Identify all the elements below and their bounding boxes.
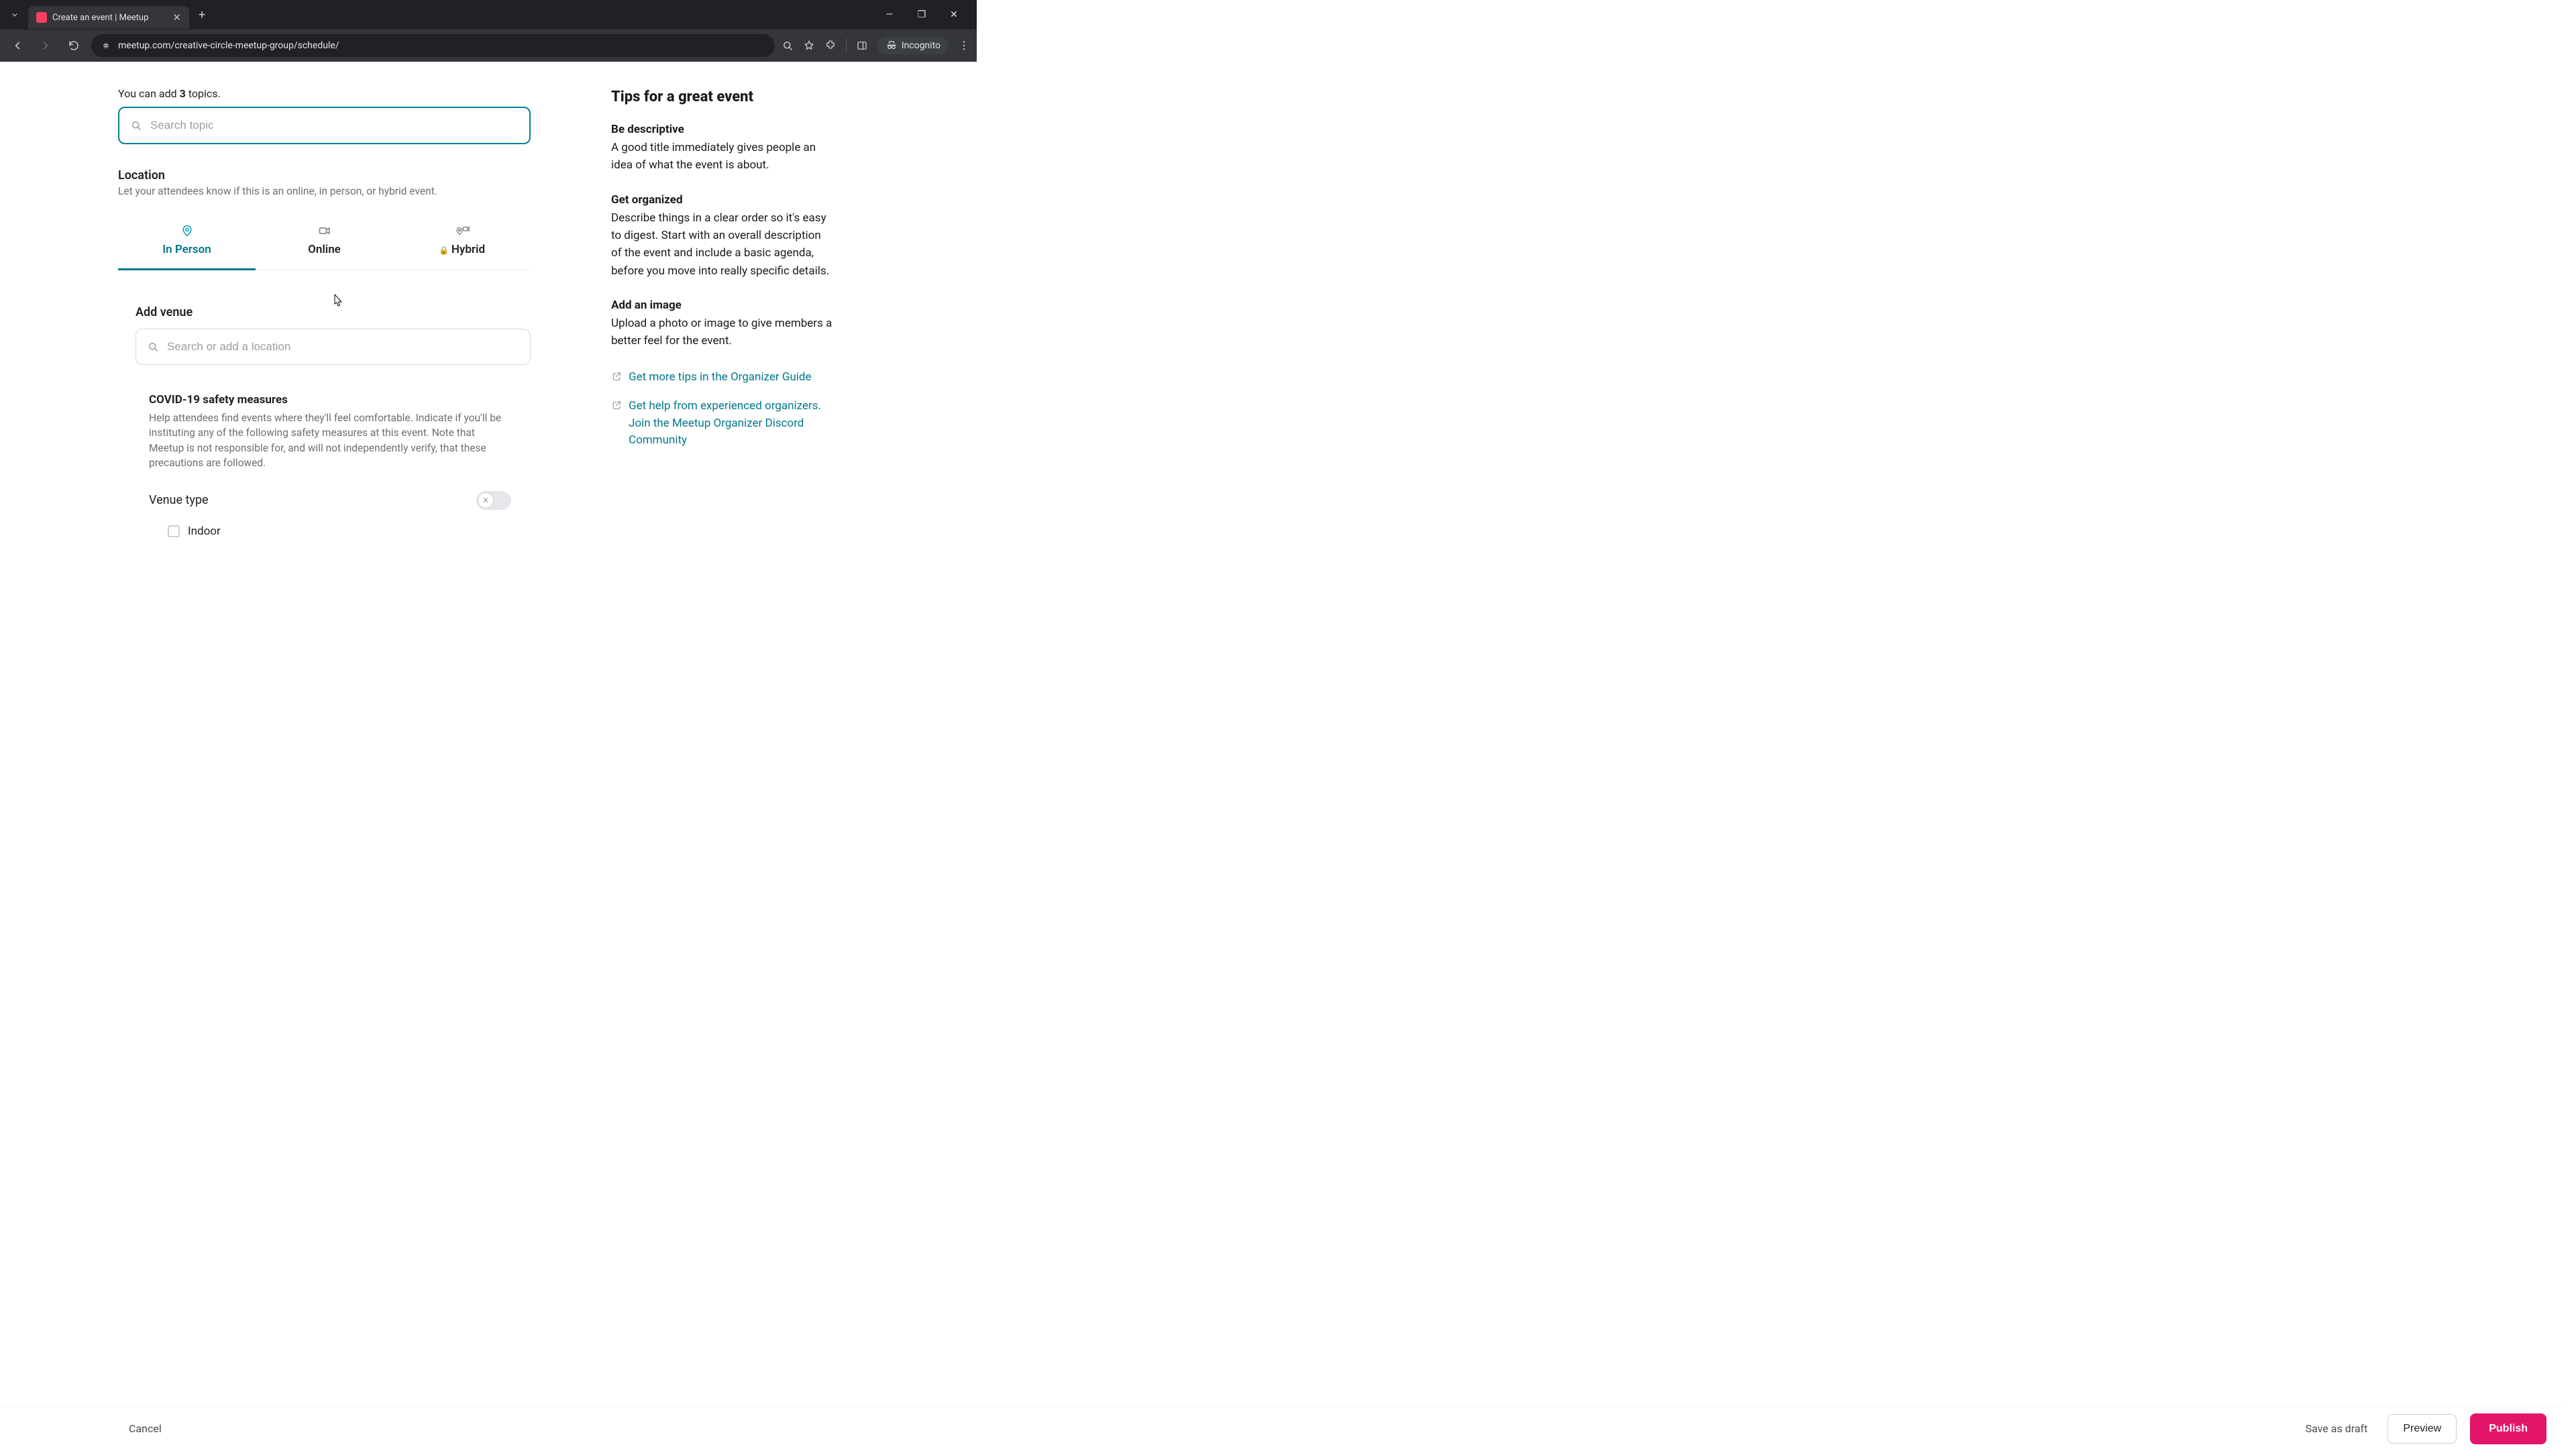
- extensions-icon[interactable]: [824, 40, 837, 52]
- tip-heading: Add an image: [611, 299, 833, 312]
- topic-search-input[interactable]: [150, 119, 519, 132]
- tab-online[interactable]: Online: [256, 216, 393, 270]
- new-tab-button[interactable]: +: [193, 8, 211, 22]
- tab-hybrid-label: 🔒Hybrid: [439, 243, 485, 256]
- topics-hint-prefix: You can add: [118, 87, 180, 100]
- covid-title: COVID-19 safety measures: [149, 393, 511, 407]
- topics-hint-suffix: topics.: [186, 87, 221, 100]
- close-window-button[interactable]: ✕: [945, 9, 963, 20]
- incognito-label: Incognito: [902, 40, 941, 51]
- topics-hint-count: 3: [180, 87, 186, 100]
- tips-title: Tips for a great event: [611, 89, 833, 105]
- venue-type-toggle[interactable]: ✕: [476, 491, 511, 510]
- toolbar-icons: Incognito: [782, 37, 970, 54]
- indoor-label: Indoor: [188, 525, 221, 538]
- incognito-icon: [885, 40, 898, 52]
- tab-bar: Create an event | Meetup ✕ + ― ❐ ✕: [0, 0, 977, 30]
- forward-button[interactable]: [35, 35, 56, 56]
- tip-heading: Get organized: [611, 193, 833, 207]
- pin-icon: [180, 224, 194, 237]
- arrow-left-icon: [11, 40, 23, 52]
- chevron-down-icon: [10, 10, 19, 19]
- tab-online-label: Online: [308, 243, 341, 256]
- tip-body: A good title immediately gives people an…: [611, 139, 833, 174]
- browser-chrome: Create an event | Meetup ✕ + ― ❐ ✕ meetu…: [0, 0, 977, 62]
- tab-search-dropdown[interactable]: [5, 5, 24, 24]
- close-icon[interactable]: ✕: [172, 11, 181, 23]
- link-text[interactable]: Get help from experienced organizers. Jo…: [629, 398, 833, 449]
- minimize-button[interactable]: ―: [880, 9, 899, 20]
- tab-hybrid-text: Hybrid: [451, 243, 485, 256]
- divider: [846, 38, 847, 53]
- venue-type-indoor-option[interactable]: Indoor: [168, 525, 511, 538]
- search-icon[interactable]: [782, 40, 794, 52]
- bookmark-icon[interactable]: [803, 40, 815, 52]
- preview-button[interactable]: Preview: [2387, 1414, 2457, 1444]
- address-bar: meetup.com/creative-circle-meetup-group/…: [0, 30, 977, 62]
- reload-button[interactable]: [63, 35, 85, 56]
- back-button[interactable]: [7, 35, 28, 56]
- location-title: Location: [118, 168, 531, 182]
- maximize-button[interactable]: ❐: [912, 9, 931, 20]
- venue-search-box[interactable]: [136, 329, 531, 365]
- tip-body: Upload a photo or image to give members …: [611, 315, 833, 350]
- save-draft-button[interactable]: Save as draft: [2299, 1417, 2375, 1440]
- add-venue-title: Add venue: [136, 305, 531, 319]
- window-controls: ― ❐ ✕: [880, 9, 971, 20]
- browser-tab[interactable]: Create an event | Meetup ✕: [28, 6, 189, 29]
- hybrid-icon: [455, 224, 470, 237]
- url-box[interactable]: meetup.com/creative-circle-meetup-group/…: [91, 34, 775, 57]
- tip-item: Add an image Upload a photo or image to …: [611, 299, 833, 350]
- venue-search-input[interactable]: [167, 340, 519, 354]
- meetup-favicon: [36, 12, 47, 23]
- menu-icon[interactable]: [958, 40, 970, 52]
- publish-button[interactable]: Publish: [2470, 1413, 2546, 1444]
- tip-item: Be descriptive A good title immediately …: [611, 123, 833, 174]
- covid-section: COVID-19 safety measures Help attendees …: [149, 393, 511, 538]
- covid-desc: Help attendees find events where they'll…: [149, 411, 511, 471]
- location-subtitle: Let your attendees know if this is an on…: [118, 185, 531, 197]
- footer-bar: Cancel Save as draft Preview Publish: [0, 1407, 2565, 1449]
- arrow-right-icon: [40, 40, 52, 52]
- tips-sidebar: Tips for a great event Be descriptive A …: [611, 87, 833, 538]
- page-content: ▲ You can add 3 topics. Location Let you…: [0, 62, 2565, 1449]
- incognito-badge[interactable]: Incognito: [877, 37, 949, 54]
- reload-icon: [68, 40, 80, 52]
- topic-search-box[interactable]: [118, 107, 531, 144]
- tip-body: Describe things in a clear order so it's…: [611, 209, 833, 280]
- tab-hybrid[interactable]: 🔒Hybrid: [393, 216, 531, 270]
- topics-hint: You can add 3 topics.: [118, 87, 531, 100]
- site-settings-icon[interactable]: [101, 40, 111, 51]
- toggle-knob: ✕: [478, 492, 494, 508]
- external-link-discord[interactable]: Get help from experienced organizers. Jo…: [611, 398, 833, 449]
- venue-type-label: Venue type: [149, 493, 209, 507]
- external-link-organizer-guide[interactable]: Get more tips in the Organizer Guide: [611, 369, 833, 386]
- tab-title: Create an event | Meetup: [52, 13, 167, 23]
- tip-item: Get organized Describe things in a clear…: [611, 193, 833, 280]
- external-link-icon: [611, 371, 622, 386]
- video-icon: [318, 224, 331, 237]
- main-column: You can add 3 topics. Location Let your …: [118, 87, 531, 538]
- search-icon: [130, 119, 142, 131]
- tab-in-person-label: In Person: [162, 243, 211, 256]
- link-text[interactable]: Get more tips in the Organizer Guide: [629, 369, 812, 386]
- tab-in-person[interactable]: In Person: [118, 216, 256, 270]
- venue-type-row: Venue type ✕: [149, 491, 511, 510]
- tip-heading: Be descriptive: [611, 123, 833, 136]
- sidepanel-icon[interactable]: [856, 40, 868, 52]
- url-text: meetup.com/creative-circle-meetup-group/…: [118, 40, 339, 51]
- location-tabs: In Person Online 🔒Hybrid: [118, 216, 531, 270]
- search-icon: [147, 341, 159, 353]
- external-link-icon: [611, 400, 622, 449]
- checkbox-icon: [168, 525, 180, 537]
- lock-icon: 🔒: [439, 246, 449, 255]
- cancel-button[interactable]: Cancel: [122, 1417, 168, 1440]
